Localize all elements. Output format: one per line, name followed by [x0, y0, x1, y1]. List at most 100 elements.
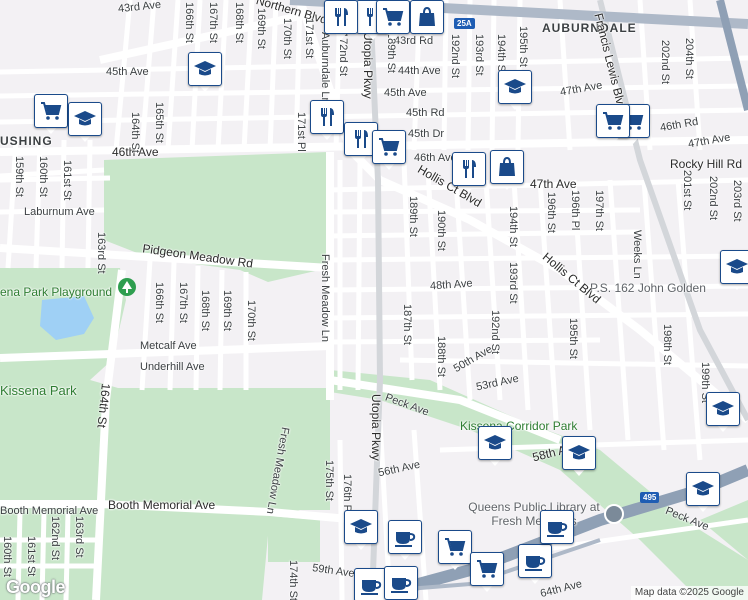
street-label: 167th St — [177, 282, 189, 323]
street-label: 167th St — [207, 2, 219, 43]
map-view[interactable]: AUBURNDALE USHING ena Park Playground Ki… — [0, 0, 748, 600]
street-label: 47th Ave — [530, 177, 577, 191]
school-icon — [706, 392, 740, 426]
school-marker[interactable] — [188, 52, 222, 94]
school-icon — [478, 426, 512, 460]
grocery-icon — [34, 94, 68, 128]
street-label: 193rd St — [473, 34, 485, 76]
street-label: 45th Ave — [384, 87, 427, 99]
bag-marker[interactable] — [410, 0, 444, 42]
street-label: 45th Ave — [106, 66, 149, 78]
school-marker[interactable] — [344, 510, 378, 552]
coffee-marker[interactable] — [388, 520, 422, 562]
school-icon — [686, 472, 720, 506]
school-marker[interactable] — [686, 472, 720, 514]
street-label: 176th Pl — [341, 474, 353, 515]
street-label: 169th St — [255, 8, 267, 49]
grocery-icon — [470, 552, 504, 586]
coffee-icon — [540, 510, 574, 544]
google-logo: Google — [6, 577, 66, 597]
grocery-marker[interactable] — [596, 104, 630, 146]
street-label: 165th St — [153, 102, 165, 143]
school-marker[interactable] — [562, 436, 596, 478]
street-label: 175th St — [323, 460, 335, 501]
grocery-marker[interactable] — [34, 94, 68, 136]
school-icon — [344, 510, 378, 544]
food-icon — [324, 0, 358, 34]
street-label: 162nd St — [49, 516, 61, 561]
school-icon — [498, 70, 532, 104]
school-marker[interactable] — [498, 70, 532, 112]
street-label: 202nd St — [659, 40, 671, 85]
street-label: 196th St — [545, 192, 557, 233]
street-label: 44th Ave — [398, 65, 441, 77]
street-label: 160th St — [1, 536, 13, 577]
street-label: 159th St — [13, 156, 25, 197]
street-label: 193rd St — [507, 262, 519, 304]
grocery-marker[interactable] — [470, 552, 504, 594]
street-label: 197th St — [593, 190, 605, 231]
street-label: 171st St — [303, 18, 315, 59]
school-marker[interactable] — [720, 250, 748, 292]
park-icon — [118, 278, 136, 296]
street-label: 170th St — [245, 300, 257, 341]
street-label: Utopia Pkwy — [369, 394, 383, 461]
street-label: 164th St — [129, 112, 141, 153]
grocery-marker[interactable] — [376, 0, 410, 42]
food-marker[interactable] — [324, 0, 358, 42]
grocery-marker[interactable] — [438, 530, 472, 572]
grocery-icon — [438, 530, 472, 564]
street-label: 161st St — [25, 536, 37, 577]
street-label: 192nd St — [489, 310, 501, 355]
street-label: 194th St — [507, 206, 519, 247]
area-label-flushing: USHING — [0, 134, 53, 148]
food-icon — [310, 100, 344, 134]
street-label: 189th St — [407, 196, 419, 237]
coffee-icon — [354, 568, 388, 600]
bag-icon — [490, 150, 524, 184]
street-label: 195th St — [567, 318, 579, 359]
street-label: 170th St — [281, 18, 293, 59]
coffee-marker[interactable] — [354, 568, 388, 600]
street-label: 190th St — [435, 210, 447, 251]
street-label: 202nd St — [707, 176, 719, 221]
bag-marker[interactable] — [490, 150, 524, 192]
grocery-icon — [596, 104, 630, 138]
school-icon — [188, 52, 222, 86]
library-icon — [604, 504, 624, 524]
grocery-marker[interactable] — [372, 130, 406, 172]
street-label: 174th St — [287, 560, 299, 600]
street-label: 171st Pl — [295, 112, 307, 152]
grocery-icon — [376, 0, 410, 34]
poi-label-ps162: P.S. 162 John Golden — [590, 281, 706, 295]
route-shield: 495 — [640, 492, 660, 503]
street-label: 192nd St — [449, 34, 461, 79]
food-marker[interactable] — [310, 100, 344, 142]
street-label: 168th St — [233, 2, 245, 43]
school-marker[interactable] — [706, 392, 740, 434]
street-label: 201st St — [681, 170, 693, 211]
street-label: Weeks Ln — [631, 230, 643, 279]
street-label: 203rd St — [731, 180, 743, 222]
grocery-icon — [372, 130, 406, 164]
food-icon — [452, 152, 486, 186]
street-label: 163rd St — [73, 516, 85, 558]
poi-label-library: Queens Public Library at Fresh Meadows — [468, 500, 600, 528]
street-label: 188th St — [435, 336, 447, 377]
street-label: 161st St — [61, 160, 73, 201]
school-marker[interactable] — [68, 102, 102, 144]
street-label: 194th St — [495, 34, 507, 75]
street-label: 166th St — [183, 2, 195, 43]
bag-icon — [410, 0, 444, 34]
school-marker[interactable] — [478, 426, 512, 468]
school-icon — [720, 250, 748, 284]
street-label: Auburndale Ln — [319, 32, 331, 104]
coffee-icon — [384, 566, 418, 600]
street-label: 196th Pl — [569, 190, 581, 231]
street-label: Booth Memorial Ave — [108, 498, 216, 512]
street-label: Laburnum Ave — [24, 206, 95, 218]
food-marker[interactable] — [452, 152, 486, 194]
coffee-marker[interactable] — [384, 566, 418, 600]
coffee-marker[interactable] — [540, 510, 574, 552]
street-label: 45th Rd — [406, 107, 445, 119]
